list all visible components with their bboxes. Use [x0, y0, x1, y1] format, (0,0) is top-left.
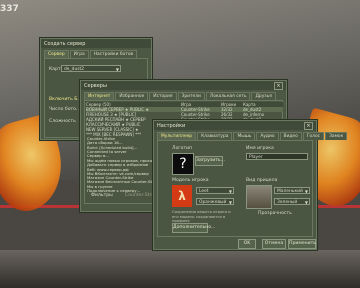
- close-icon[interactable]: ×: [304, 121, 313, 130]
- server-browser-titlebar[interactable]: Серверы ×: [81, 81, 286, 90]
- create-server-titlebar[interactable]: Создать сервер: [41, 39, 151, 48]
- chevron-down-icon: ▼: [228, 200, 232, 205]
- player-name-input[interactable]: Player: [246, 153, 308, 160]
- settings-tabs: Мультиплеер Клавиатура Мышь Аудио Видео …: [154, 130, 348, 140]
- floor: [0, 250, 360, 288]
- tab-mouse[interactable]: Мышь: [233, 132, 256, 140]
- filters-label[interactable]: Фильтры: [91, 193, 113, 198]
- model-label: Модель игрока: [172, 178, 209, 183]
- tab-lock[interactable]: Замок: [325, 132, 348, 140]
- server-browser-tabs: Интернет Избранное История Зрители Локал…: [81, 90, 286, 100]
- settings-panel: Логотип ? Загрузить... Имя игрока Player…: [157, 140, 313, 237]
- advanced-button[interactable]: Дополнительно...: [172, 223, 215, 233]
- tab-video[interactable]: Видео: [279, 132, 302, 140]
- ok-button[interactable]: OK: [238, 239, 256, 249]
- player-name-label: Имя игрока: [246, 146, 274, 151]
- tab-multiplayer[interactable]: Мультиплеер: [157, 132, 197, 140]
- cancel-button[interactable]: Отмена: [262, 239, 286, 249]
- settings-window: Настройки × Мультиплеер Клавиатура Мышь …: [153, 120, 348, 250]
- tab-audio[interactable]: Аудио: [256, 132, 279, 140]
- enable-bots-checkbox[interactable]: Включить Б...: [49, 97, 82, 102]
- window-title: Создать сервер: [44, 40, 86, 47]
- window-title: Серверы: [84, 82, 107, 89]
- tab-voice[interactable]: Голос: [302, 132, 325, 140]
- tab-lan[interactable]: Локальная сеть: [205, 92, 251, 100]
- chevron-down-icon: ▼: [115, 67, 119, 72]
- score-text: 337: [0, 4, 19, 14]
- chevron-down-icon: ▼: [304, 200, 308, 205]
- difficulty-label: Сложность: [49, 119, 76, 124]
- hint-text: Сохранения вашего игрока и его модель со…: [172, 209, 231, 223]
- console-text: Counter-Strike Дата сборки 16... Build: [S…: [87, 136, 157, 158]
- create-server-tabs: Сервер Игра Настройки ботов: [41, 48, 151, 58]
- logo-label: Логотип: [172, 146, 193, 151]
- transparency-checkbox[interactable]: Прозрачность: [258, 211, 292, 216]
- tab-friends[interactable]: Друзья: [251, 92, 276, 100]
- tab-history[interactable]: История: [149, 92, 177, 100]
- chevron-down-icon: ▼: [228, 189, 232, 194]
- tab-spectate[interactable]: Зрители: [177, 92, 205, 100]
- crosshair-size-select[interactable]: Маленький ▼: [274, 187, 310, 194]
- tab-bots[interactable]: Настройки ботов: [89, 50, 138, 58]
- tab-server[interactable]: Сервер: [44, 50, 69, 58]
- load-logo-button[interactable]: Загрузить...: [195, 156, 225, 166]
- model-select[interactable]: Leet ▼: [196, 187, 234, 194]
- apply-button[interactable]: Применить: [288, 239, 316, 249]
- tab-favorites[interactable]: Избранное: [115, 92, 149, 100]
- tab-game[interactable]: Игра: [69, 50, 89, 58]
- logo-preview: ?: [172, 153, 194, 175]
- crosshair-preview: [246, 185, 272, 209]
- tab-keyboard[interactable]: Клавиатура: [197, 132, 233, 140]
- tab-internet[interactable]: Интернет: [84, 92, 115, 100]
- crosshair-color-select[interactable]: Зеленый ▼: [274, 198, 310, 205]
- model-icon: λ: [172, 185, 192, 207]
- console-text-2: Мы ждём новых игроков, присоединяйтесь До…: [87, 158, 176, 193]
- window-title: Настройки: [157, 122, 186, 129]
- crosshair-label: Вид прицела: [246, 178, 278, 183]
- close-icon[interactable]: ×: [274, 81, 283, 90]
- settings-titlebar[interactable]: Настройки ×: [154, 121, 316, 130]
- model-color-select[interactable]: Оранжевый ▼: [196, 198, 234, 205]
- chevron-down-icon: ▼: [304, 189, 308, 194]
- bot-count-label: Число бото...: [49, 107, 81, 112]
- map-select[interactable]: de_dust2 ▼: [61, 65, 121, 72]
